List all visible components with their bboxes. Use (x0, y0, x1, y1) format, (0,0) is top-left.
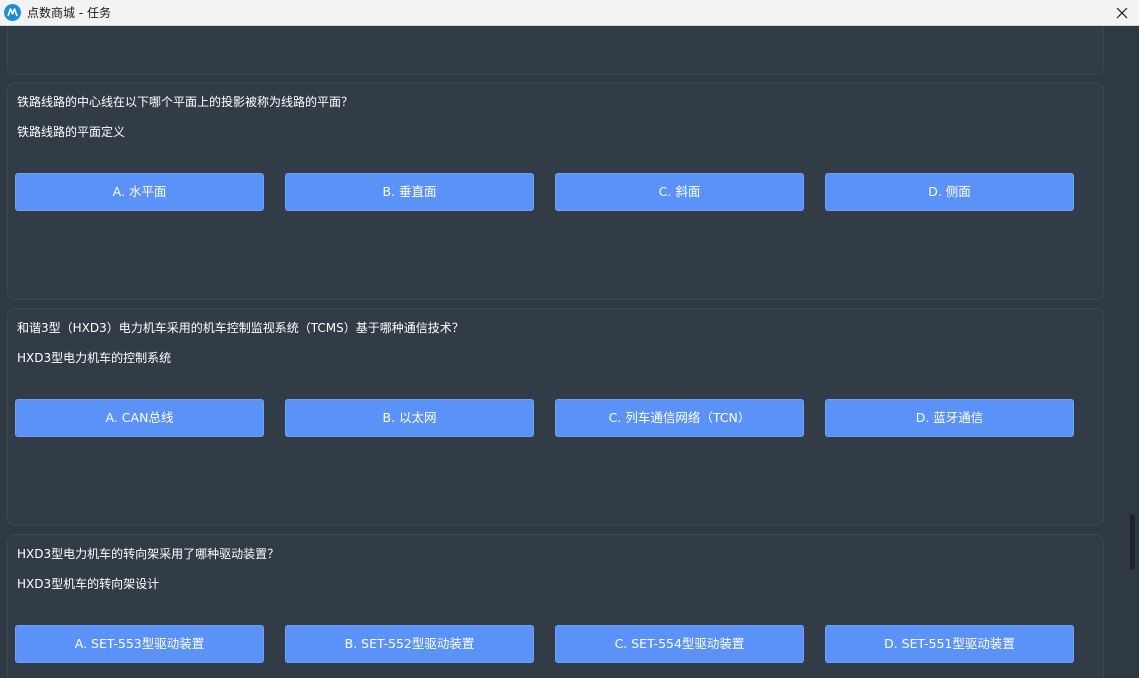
option-c-button[interactable]: C. 列车通信网络（TCN） (555, 399, 804, 437)
option-b-button[interactable]: B. SET-552型驱动装置 (285, 625, 534, 663)
vertical-scrollbar[interactable] (1130, 26, 1136, 678)
option-d-button[interactable]: D. SET-551型驱动装置 (825, 625, 1074, 663)
scrollbar-thumb[interactable] (1130, 514, 1135, 570)
question-hint: 铁路线路的平面定义 (17, 125, 126, 139)
option-a-button[interactable]: A. 水平面 (15, 173, 264, 211)
option-d-button[interactable]: D. 侧面 (825, 173, 1074, 211)
window-title: 点数商城 - 任务 (27, 6, 111, 20)
task-list[interactable]: 铁路线路的中心线在以下哪个平面上的投影被称为线路的平面？ 铁路线路的平面定义 A… (0, 26, 1139, 678)
option-c-button[interactable]: C. SET-554型驱动装置 (555, 625, 804, 663)
question-card: HXD3型电力机车的转向架采用了哪种驱动装置？ HXD3型机车的转向架设计 A.… (7, 534, 1104, 678)
close-icon (1116, 7, 1128, 19)
option-c-button[interactable]: C. 斜面 (555, 173, 804, 211)
close-button[interactable] (1105, 0, 1139, 26)
option-a-button[interactable]: A. CAN总线 (15, 399, 264, 437)
question-card: 和谐3型（HXD3）电力机车采用的机车控制监视系统（TCMS）基于哪种通信技术？… (7, 308, 1104, 526)
question-card-previous (7, 26, 1104, 75)
question-card: 铁路线路的中心线在以下哪个平面上的投影被称为线路的平面？ 铁路线路的平面定义 A… (7, 82, 1104, 300)
option-b-button[interactable]: B. 垂直面 (285, 173, 534, 211)
question-hint: HXD3型电力机车的控制系统 (17, 351, 172, 365)
question-text: 铁路线路的中心线在以下哪个平面上的投影被称为线路的平面？ (17, 95, 354, 109)
option-d-button[interactable]: D. 蓝牙通信 (825, 399, 1074, 437)
app-logo-icon (4, 4, 21, 21)
question-text: HXD3型电力机车的转向架采用了哪种驱动装置？ (17, 547, 280, 561)
option-a-button[interactable]: A. SET-553型驱动装置 (15, 625, 264, 663)
question-text: 和谐3型（HXD3）电力机车采用的机车控制监视系统（TCMS）基于哪种通信技术？ (17, 321, 464, 335)
question-hint: HXD3型机车的转向架设计 (17, 577, 160, 591)
title-bar: 点数商城 - 任务 (0, 0, 1139, 26)
option-b-button[interactable]: B. 以太网 (285, 399, 534, 437)
